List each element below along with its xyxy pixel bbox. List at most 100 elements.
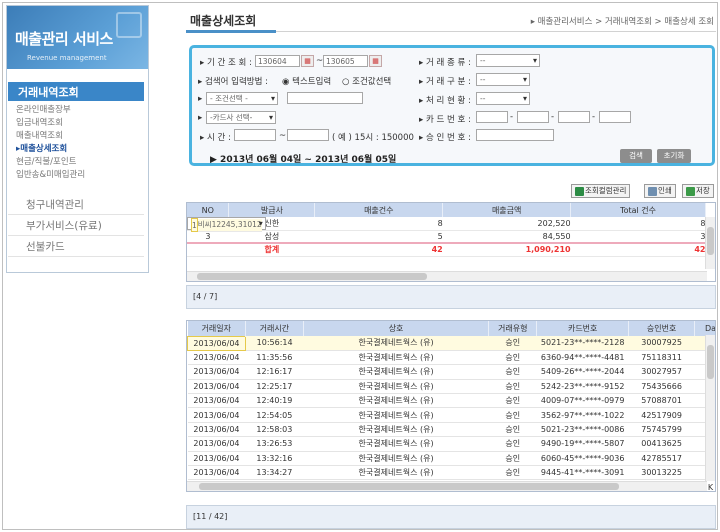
cell: 10:56:14: [245, 336, 304, 351]
cell: 승인: [488, 379, 537, 395]
table-row[interactable]: 2013/06/04 13:32:16 한국결제네트웍스 (유) 승인 6060-45*…: [187, 451, 715, 467]
submenu-item[interactable]: 매출내역조회: [16, 130, 85, 143]
table-row[interactable]: 1 비씨 12 245,310 12: [187, 217, 266, 232]
reset-button[interactable]: 초기화: [657, 149, 691, 163]
txn-type-label: ▸ 거 래 종 류 :: [419, 58, 471, 68]
txn-div-select[interactable]: --: [476, 73, 530, 86]
total-label: 합계: [228, 242, 315, 257]
cell: 30013225: [628, 465, 695, 481]
menu-prepaid-card[interactable]: 선불카드: [8, 237, 144, 257]
table-row[interactable]: 3 삼성 5 84,550 3: [187, 230, 706, 244]
date-to-input[interactable]: 130605: [323, 55, 368, 67]
submenu-item[interactable]: 온라인매출장부: [16, 104, 85, 117]
summary-table: NO 발급사 매출건수 매출금액 Total 건수 1 비씨 12 245,31…: [186, 202, 716, 282]
table-row[interactable]: 2013/06/04 12:16:17 한국결제네트웍스 (유) 승인 5409-26*…: [187, 364, 715, 380]
condition-select[interactable]: - 조건선택 -: [206, 92, 278, 105]
time-to-input[interactable]: [287, 129, 329, 141]
cell: 6360-94**-****-4481: [536, 350, 629, 366]
cell: 한국결제네트웍스 (유): [303, 350, 489, 366]
col-total-count[interactable]: Total 건수: [570, 203, 706, 217]
col-sales-amount[interactable]: 매출금액: [442, 203, 572, 217]
cell: 한국결제네트웍스 (유): [303, 379, 489, 395]
radio-text-input[interactable]: ◉ 텍스트입력: [282, 75, 331, 87]
table-row[interactable]: 2013/06/04 13:34:27 한국결제네트웍스 (유) 승인 9445-41*…: [187, 465, 715, 481]
col-extra[interactable]: Da: [694, 321, 715, 336]
table-row[interactable]: 2013/06/04 12:40:19 한국결제네트웍스 (유) 승인 4009-07*…: [187, 393, 715, 409]
condition-input[interactable]: [287, 92, 363, 104]
submenu-item[interactable]: 입금내역조회: [16, 117, 85, 130]
submenu-item[interactable]: 입반송&미매입관리: [16, 169, 85, 182]
col-merchant[interactable]: 상호: [303, 321, 490, 336]
cell: 42785517: [628, 451, 695, 467]
total-row: 합계 42 1,090,210 42: [187, 242, 706, 257]
table-row[interactable]: 2013/06/04 12:25:17 한국결제네트웍스 (유) 승인 5242-23*…: [187, 379, 715, 395]
cell: 30027957: [628, 364, 695, 380]
cell: 00413625: [628, 436, 695, 452]
col-time[interactable]: 거래시간: [245, 321, 304, 336]
approval-number-input[interactable]: [476, 129, 554, 141]
calendar-icon[interactable]: ▦: [369, 55, 382, 67]
cell: 12:40:19: [245, 393, 304, 409]
vertical-scrollbar[interactable]: [705, 335, 715, 481]
menu-billing[interactable]: 청구내역관리: [8, 195, 144, 215]
cell: 2013/06/04: [187, 407, 246, 423]
cell: 승인: [488, 422, 537, 438]
vertical-scrollbar[interactable]: [705, 217, 715, 269]
cell: 9490-19**-****-5807: [536, 436, 629, 452]
cell: 승인: [488, 465, 537, 481]
cell: 한국결제네트웍스 (유): [303, 465, 489, 481]
cell: 6060-45**-****-9036: [536, 451, 629, 467]
horizontal-scrollbar[interactable]: [187, 271, 707, 281]
total-total: 42: [570, 242, 706, 257]
cell: 2013/06/04: [187, 436, 246, 452]
table-row[interactable]: 2013/06/04 12:54:05 한국결제네트웍스 (유) 승인 3562-97*…: [187, 407, 715, 423]
card-number-2[interactable]: [517, 111, 549, 123]
submenu-item-active[interactable]: 매출상세조회: [16, 143, 85, 156]
cell: 한국결제네트웍스 (유): [303, 422, 489, 438]
calendar-icon[interactable]: ▦: [301, 55, 314, 67]
card-number-label: ▸ 카 드 번 호 :: [419, 115, 471, 125]
cell: 승인: [488, 393, 537, 409]
menu-transaction-inquiry[interactable]: 거래내역조회: [8, 82, 144, 101]
card-number-1[interactable]: [476, 111, 508, 123]
column-manage-button[interactable]: 조회컬럼관리: [571, 184, 631, 198]
col-card-number[interactable]: 카드번호: [536, 321, 630, 336]
col-date[interactable]: 거래일자: [187, 321, 246, 336]
table-row[interactable]: 2013/06/04 11:35:56 한국결제네트웍스 (유) 승인 6360-94*…: [187, 350, 715, 366]
card-number-3[interactable]: [558, 111, 590, 123]
date-from-input[interactable]: 130604: [255, 55, 300, 67]
col-issuer[interactable]: 발급사: [228, 203, 316, 217]
menu-addon-services[interactable]: 부가서비스(유료): [8, 216, 144, 236]
col-type[interactable]: 거래유형: [488, 321, 538, 336]
horizontal-scrollbar[interactable]: [187, 481, 707, 491]
card-company-select[interactable]: -카드사 선택-: [206, 111, 276, 124]
col-approval[interactable]: 승인번호: [628, 321, 696, 336]
card-number-4[interactable]: [599, 111, 631, 123]
bullet-icon: ▸: [198, 94, 203, 104]
process-select[interactable]: --: [476, 92, 530, 105]
submenu-item[interactable]: 현금/직불/포인트: [16, 156, 85, 169]
col-no[interactable]: NO: [187, 203, 230, 217]
search-button[interactable]: 검색: [620, 149, 652, 163]
radio-value-select[interactable]: ○ 조건값선택: [342, 75, 391, 87]
cell: 한국결제네트웍스 (유): [303, 451, 489, 467]
cell: 4009-07**-****-0979: [536, 393, 629, 409]
save-icon: [686, 186, 695, 196]
total-amount: 1,090,210: [442, 242, 571, 257]
cell: 한국결제네트웍스 (유): [303, 393, 489, 409]
time-from-input[interactable]: [234, 129, 276, 141]
print-button[interactable]: 인쇄: [644, 184, 676, 198]
save-button[interactable]: 저장: [682, 184, 714, 198]
brand-logo-icon: [116, 12, 142, 38]
table-row[interactable]: 2013/06/04 12:58:03 한국결제네트웍스 (유) 승인 5021-23*…: [187, 422, 715, 438]
cell: 12: [252, 218, 262, 232]
table-row[interactable]: 2013/06/04 13:26:53 한국결제네트웍스 (유) 승인 9490-19*…: [187, 436, 715, 452]
total-count: 42: [314, 242, 443, 257]
cell: 2013/06/04: [187, 335, 246, 351]
txn-type-select[interactable]: --: [476, 54, 540, 67]
detail-pager: [11 / 42]: [186, 505, 716, 529]
col-sales-count[interactable]: 매출건수: [314, 203, 444, 217]
table-row[interactable]: 2013/06/04 10:56:14 한국결제네트웍스 (유) 승인 5021-23*…: [187, 335, 715, 351]
cell: 2013/06/04: [187, 379, 246, 395]
cell: 승인: [488, 436, 537, 452]
